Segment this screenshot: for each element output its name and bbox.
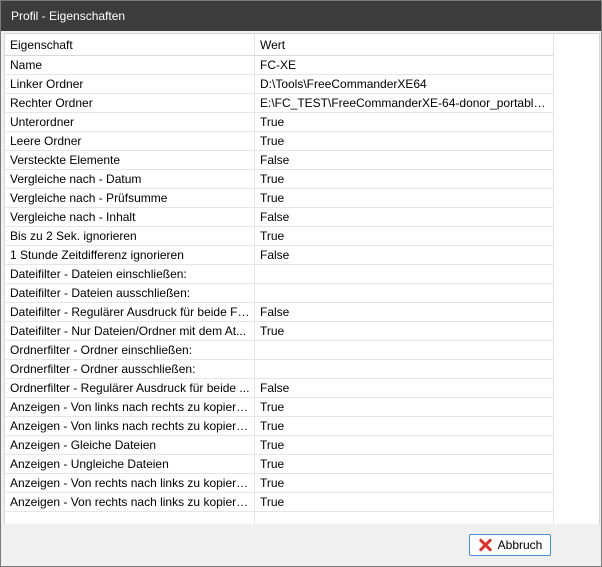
table-row[interactable]: Versteckte Elemente False — [5, 151, 553, 170]
table-row[interactable]: Unterordner True — [5, 113, 553, 132]
table-row[interactable]: Ordnerfilter - Ordner einschließen: — [5, 341, 553, 360]
property-name: Dateifilter - Regulärer Ausdruck für bei… — [10, 305, 252, 319]
property-value: True — [260, 476, 285, 490]
property-value: False — [260, 153, 290, 167]
table-row[interactable]: Dateifilter - Dateien einschließen: — [5, 265, 553, 284]
table-row[interactable]: Dateifilter - Regulärer Ausdruck für bei… — [5, 303, 553, 322]
property-value — [260, 341, 549, 359]
property-name: Linker Ordner — [10, 77, 84, 91]
window-title: Profil - Eigenschaften — [11, 9, 126, 23]
property-name: Vergleiche nach - Datum — [10, 172, 142, 186]
property-value: True — [260, 229, 285, 243]
table-row[interactable]: Vergleiche nach - Inhalt False — [5, 208, 553, 227]
property-value: True — [260, 495, 285, 509]
table-row[interactable]: Rechter Ordner E:\FC_TEST\FreeCommanderXE… — [5, 94, 553, 113]
table-row[interactable]: Anzeigen - Gleiche Dateien True — [5, 436, 553, 455]
properties-grid[interactable]: Eigenschaft Wert Name FC-XE Linker Ordner D… — [4, 33, 600, 525]
cancel-button[interactable]: Abbruch — [469, 534, 551, 556]
table-row[interactable]: Anzeigen - Von links nach rechts zu kopi… — [5, 417, 553, 436]
table-row[interactable]: Anzeigen - Von rechts nach links zu kopi… — [5, 493, 553, 512]
property-name: Leere Ordner — [10, 134, 82, 148]
property-name: Anzeigen - Gleiche Dateien — [10, 438, 157, 452]
table-row[interactable]: Leere Ordner True — [5, 132, 553, 151]
grid-header: Eigenschaft Wert — [5, 34, 553, 56]
title-bar[interactable]: Profil - Eigenschaften — [1, 1, 601, 31]
table-row[interactable]: Dateifilter - Nur Dateien/Ordner mit dem… — [5, 322, 553, 341]
table-row[interactable]: Anzeigen - Von links nach rechts zu kopi… — [5, 398, 553, 417]
property-name: Anzeigen - Von rechts nach links zu kopi… — [10, 495, 252, 509]
property-value: True — [260, 457, 285, 471]
property-name: Anzeigen - Von links nach rechts zu kopi… — [10, 419, 252, 433]
header-property[interactable]: Eigenschaft — [10, 34, 252, 56]
property-name: Rechter Ordner — [10, 96, 93, 110]
table-row[interactable]: Linker Ordner D:\Tools\FreeCommanderXE64 — [5, 75, 553, 94]
property-value: False — [260, 210, 290, 224]
table-row[interactable]: Vergleiche nach - Prüfsumme True — [5, 189, 553, 208]
property-value: E:\FC_TEST\FreeCommanderXE-64-donor_port… — [260, 96, 549, 110]
property-value: True — [260, 172, 285, 186]
cancel-button-label: Abbruch — [497, 538, 543, 552]
property-value: D:\Tools\FreeCommanderXE64 — [260, 77, 427, 91]
property-name: Versteckte Elemente — [10, 153, 121, 167]
close-x-icon — [478, 538, 492, 552]
property-name: Dateifilter - Nur Dateien/Ordner mit dem… — [10, 324, 247, 338]
property-value: True — [260, 419, 285, 433]
property-name: Vergleiche nach - Prüfsumme — [10, 191, 168, 205]
property-name: Dateifilter - Dateien einschließen: — [10, 267, 187, 281]
column-divider-end — [553, 34, 554, 524]
table-row[interactable]: Vergleiche nach - Datum True — [5, 170, 553, 189]
property-name: Unterordner — [10, 115, 75, 129]
property-value: True — [260, 134, 285, 148]
property-value — [260, 284, 549, 302]
table-row[interactable]: Ordnerfilter - Regulärer Ausdruck für be… — [5, 379, 553, 398]
dialog-footer: Abbruch — [1, 524, 601, 566]
property-value: False — [260, 248, 290, 262]
table-row[interactable]: Anzeigen - Von rechts nach links zu kopi… — [5, 474, 553, 493]
property-value — [260, 265, 549, 283]
table-row[interactable]: Dateifilter - Dateien ausschließen: — [5, 284, 553, 303]
property-value: False — [260, 305, 290, 319]
table-row[interactable]: Name FC-XE — [5, 56, 553, 75]
property-value: False — [260, 381, 290, 395]
property-value: True — [260, 191, 285, 205]
property-name: Ordnerfilter - Ordner ausschließen: — [10, 362, 196, 376]
property-name: Anzeigen - Von links nach rechts zu kopi… — [10, 400, 252, 414]
property-name: Vergleiche nach - Inhalt — [10, 210, 136, 224]
property-name: Anzeigen - Von rechts nach links zu kopi… — [10, 476, 252, 490]
table-row[interactable]: Anzeigen - Ungleiche Dateien True — [5, 455, 553, 474]
property-value: True — [260, 400, 285, 414]
property-name: 1 Stunde Zeitdifferenz ignorieren — [10, 248, 184, 262]
table-row[interactable]: 1 Stunde Zeitdifferenz ignorieren False — [5, 246, 553, 265]
property-value: True — [260, 324, 285, 338]
property-value — [260, 360, 549, 378]
property-name: Name — [10, 58, 43, 72]
header-value[interactable]: Wert — [260, 34, 549, 56]
table-row[interactable]: Ordnerfilter - Ordner ausschließen: — [5, 360, 553, 379]
table-row[interactable]: Bis zu 2 Sek. ignorieren True — [5, 227, 553, 246]
property-name: Dateifilter - Dateien ausschließen: — [10, 286, 191, 300]
property-name: Ordnerfilter - Regulärer Ausdruck für be… — [10, 381, 250, 395]
properties-dialog: Profil - Eigenschaften Eigenschaft Wert … — [0, 0, 602, 567]
property-value: FC-XE — [260, 58, 296, 72]
property-name: Ordnerfilter - Ordner einschließen: — [10, 343, 193, 357]
property-value: True — [260, 438, 285, 452]
property-name: Bis zu 2 Sek. ignorieren — [10, 229, 137, 243]
property-name: Anzeigen - Ungleiche Dateien — [10, 457, 169, 471]
property-value: True — [260, 115, 285, 129]
